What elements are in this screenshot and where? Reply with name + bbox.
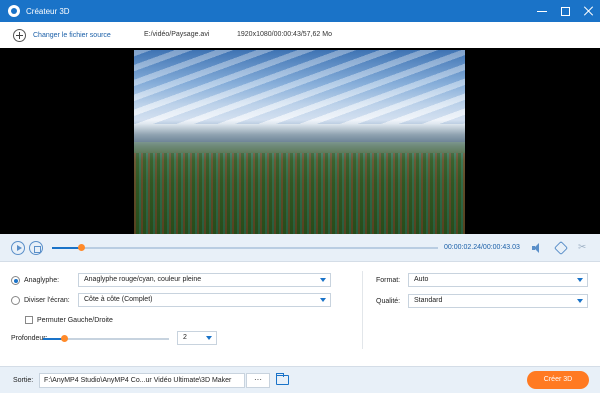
anaglyph-select[interactable]: Anaglyphe rouge/cyan, couleur pleine xyxy=(78,273,331,287)
window-controls xyxy=(537,0,594,22)
quality-select-value: Standard xyxy=(414,297,443,304)
split-screen-select[interactable]: Côte à côte (Complet) xyxy=(78,293,331,307)
create-3d-button[interactable]: Créer 3D xyxy=(527,371,589,389)
anaglyph-radio[interactable] xyxy=(11,276,20,285)
maximize-icon[interactable] xyxy=(561,6,570,16)
preview-mountains xyxy=(134,123,465,142)
browse-more-button[interactable]: ··· xyxy=(246,373,270,388)
chevron-down-icon xyxy=(577,278,583,282)
app-logo-icon xyxy=(8,5,20,17)
preview-forest xyxy=(134,153,465,234)
split-screen-label: Diviser l'écran: xyxy=(24,297,70,304)
quality-select[interactable]: Standard xyxy=(408,294,588,308)
output-bar: Sortie: F:\AnyMP4 Studio\AnyMP4 Co...ur … xyxy=(0,366,600,393)
format-label: Format: xyxy=(376,277,401,284)
anaglyph-select-value: Anaglyphe rouge/cyan, couleur pleine xyxy=(84,276,202,283)
depth-select-value: 2 xyxy=(183,334,187,341)
chevron-down-icon xyxy=(320,298,326,302)
window-title: Créateur 3D xyxy=(26,6,70,16)
depth-slider[interactable] xyxy=(43,335,169,342)
chevron-down-icon xyxy=(206,336,212,340)
depth-select[interactable]: 2 xyxy=(177,331,217,345)
source-file-info: 1920x1080/00:00:43/57,62 Mo xyxy=(237,31,332,38)
title-bar: Créateur 3D xyxy=(0,0,600,22)
settings-divider xyxy=(362,271,363,349)
quality-label: Qualité: xyxy=(376,298,401,305)
output-label: Sortie: xyxy=(13,377,34,384)
depth-slider-thumb[interactable] xyxy=(61,335,69,342)
swap-label: Permuter Gauche/Droite xyxy=(37,317,113,324)
progress-track[interactable] xyxy=(52,244,438,251)
minimize-icon[interactable] xyxy=(537,6,547,16)
preview-sky xyxy=(134,50,465,128)
player-controls: 00:00:02.24/00:00:43.03 ✂ xyxy=(0,234,600,262)
change-source-link[interactable]: Changer le fichier source xyxy=(33,32,111,39)
split-screen-radio[interactable] xyxy=(11,296,20,305)
pin-icon[interactable] xyxy=(553,240,569,256)
scissors-icon[interactable]: ✂ xyxy=(578,243,588,253)
volume-icon[interactable] xyxy=(532,243,544,253)
add-source-icon[interactable] xyxy=(13,28,26,42)
video-preview-frame xyxy=(134,50,465,234)
format-select[interactable]: Auto xyxy=(408,273,588,287)
chevron-down-icon xyxy=(577,299,583,303)
progress-fill xyxy=(52,247,82,249)
chevron-down-icon xyxy=(320,278,326,282)
play-icon[interactable] xyxy=(11,241,25,255)
swap-checkbox[interactable] xyxy=(25,316,33,324)
split-screen-select-value: Côte à côte (Complet) xyxy=(84,296,153,303)
source-bar: Changer le fichier source E:/vidéo/Paysa… xyxy=(0,22,600,48)
format-select-value: Auto xyxy=(414,276,429,283)
source-file-path: E:/vidéo/Paysage.avi xyxy=(144,31,210,38)
stop-icon[interactable] xyxy=(29,241,43,255)
time-display: 00:00:02.24/00:00:43.03 xyxy=(444,244,520,251)
progress-thumb[interactable] xyxy=(78,244,86,251)
folder-icon[interactable] xyxy=(276,373,289,385)
close-icon[interactable] xyxy=(584,6,594,16)
settings-panel: Anaglyphe: Anaglyphe rouge/cyan, couleur… xyxy=(0,263,600,366)
output-path-field[interactable]: F:\AnyMP4 Studio\AnyMP4 Co...ur Vidéo Ul… xyxy=(39,373,245,388)
video-preview-area xyxy=(0,48,600,234)
anaglyph-label: Anaglyphe: xyxy=(24,277,60,284)
